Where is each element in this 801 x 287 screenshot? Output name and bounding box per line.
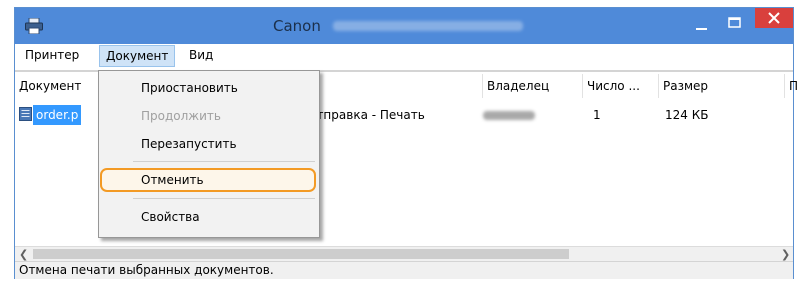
close-button[interactable] bbox=[755, 8, 793, 28]
menu-item-resume[interactable]: Продолжить bbox=[99, 105, 319, 127]
scroll-right-icon[interactable]: ❯ bbox=[781, 248, 790, 261]
column-header-owner[interactable]: Владелец bbox=[483, 74, 583, 98]
menu-printer[interactable]: Принтер bbox=[19, 44, 85, 66]
scroll-left-icon[interactable]: ❮ bbox=[19, 248, 28, 261]
menu-view[interactable]: Вид bbox=[183, 44, 219, 66]
menu-bar: Принтер Документ Вид bbox=[15, 44, 793, 71]
menu-document[interactable]: Документ bbox=[99, 45, 176, 67]
menu-item-pause[interactable]: Приостановить bbox=[99, 77, 319, 99]
window-title: Canon bbox=[273, 17, 321, 35]
printer-name-redacted bbox=[333, 21, 523, 31]
column-header-size[interactable]: Размер bbox=[659, 74, 785, 98]
table-row-size: 124 КБ bbox=[665, 108, 709, 122]
horizontal-scrollbar[interactable]: ❮ ❯ bbox=[15, 246, 793, 261]
document-icon bbox=[19, 107, 32, 121]
document-menu-dropdown: Приостановить Продолжить Перезапустить О… bbox=[98, 70, 320, 238]
column-header-port[interactable]: П bbox=[785, 74, 798, 98]
status-bar: Отмена печати выбранных документов. bbox=[15, 261, 793, 279]
status-text: Отмена печати выбранных документов. bbox=[19, 263, 274, 277]
menu-separator bbox=[133, 161, 315, 162]
close-icon bbox=[768, 12, 780, 24]
menu-item-cancel[interactable]: Отменить bbox=[99, 169, 319, 191]
menu-separator bbox=[133, 198, 315, 199]
owner-redacted bbox=[483, 111, 535, 120]
column-header-pages[interactable]: Число ... bbox=[583, 74, 659, 98]
minimize-icon[interactable] bbox=[695, 18, 709, 32]
maximize-icon[interactable] bbox=[727, 16, 743, 30]
printer-icon[interactable] bbox=[25, 18, 43, 34]
table-row-pages: 1 bbox=[593, 108, 601, 122]
menu-item-restart[interactable]: Перезапустить bbox=[99, 133, 319, 155]
scrollbar-thumb[interactable] bbox=[33, 249, 569, 259]
table-row-document[interactable]: order.p bbox=[33, 105, 82, 125]
table-row-status: Отправка - Печать bbox=[307, 108, 425, 122]
menu-item-properties[interactable]: Свойства bbox=[99, 206, 319, 228]
title-bar[interactable]: Canon bbox=[15, 8, 793, 44]
